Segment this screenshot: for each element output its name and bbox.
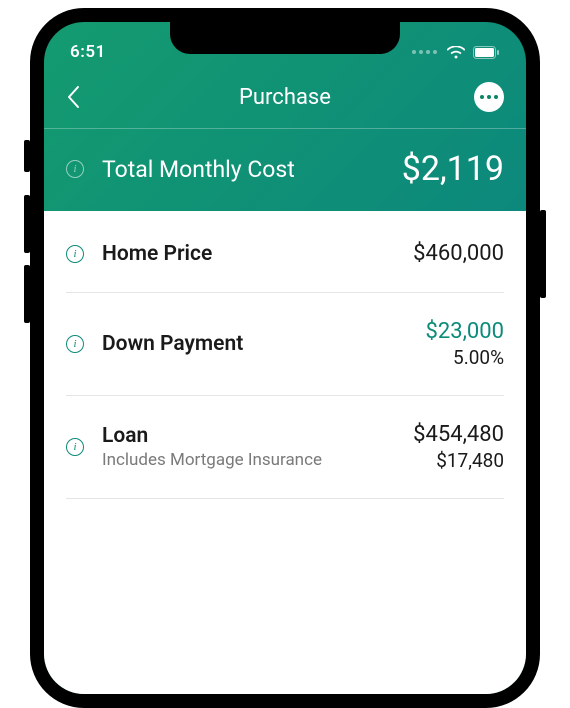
info-icon[interactable]: i	[66, 335, 84, 353]
info-icon[interactable]: i	[66, 245, 84, 263]
wifi-icon	[447, 46, 465, 59]
info-icon[interactable]: i	[66, 160, 84, 178]
row-value: $460,000	[413, 241, 504, 266]
info-icon[interactable]: i	[66, 438, 84, 456]
row-sublabel: Includes Mortgage Insurance	[102, 450, 413, 470]
page-dots-icon	[412, 50, 437, 54]
more-button[interactable]	[474, 82, 504, 112]
device-notch	[170, 22, 400, 54]
battery-icon	[473, 46, 500, 59]
row-subvalue: 5.00%	[453, 346, 504, 369]
row-label: Loan	[102, 424, 413, 448]
row-home-price[interactable]: i Home Price $460,000	[66, 211, 504, 293]
content-area: i Home Price $460,000 i Down Payment $23…	[44, 211, 526, 694]
row-down-payment[interactable]: i Down Payment $23,000 5.00%	[66, 293, 504, 396]
row-value: $454,480	[413, 422, 504, 447]
summary-row: i Total Monthly Cost $2,119	[44, 129, 526, 211]
summary-value: $2,119	[402, 149, 504, 189]
device-side-button	[540, 210, 546, 298]
device-frame: 6:51 Purchase i	[30, 8, 540, 708]
row-value: $23,000	[425, 319, 504, 344]
row-loan[interactable]: i Loan Includes Mortgage Insurance $454,…	[66, 396, 504, 499]
back-button[interactable]	[66, 85, 96, 109]
page-title: Purchase	[239, 85, 331, 110]
row-label: Down Payment	[102, 332, 425, 356]
row-label: Home Price	[102, 242, 413, 266]
screen: 6:51 Purchase i	[44, 22, 526, 694]
summary-label: Total Monthly Cost	[102, 156, 402, 183]
row-subvalue: $17,480	[436, 449, 504, 472]
nav-bar: Purchase	[44, 68, 526, 129]
status-indicators	[412, 46, 500, 59]
status-time: 6:51	[70, 42, 106, 62]
